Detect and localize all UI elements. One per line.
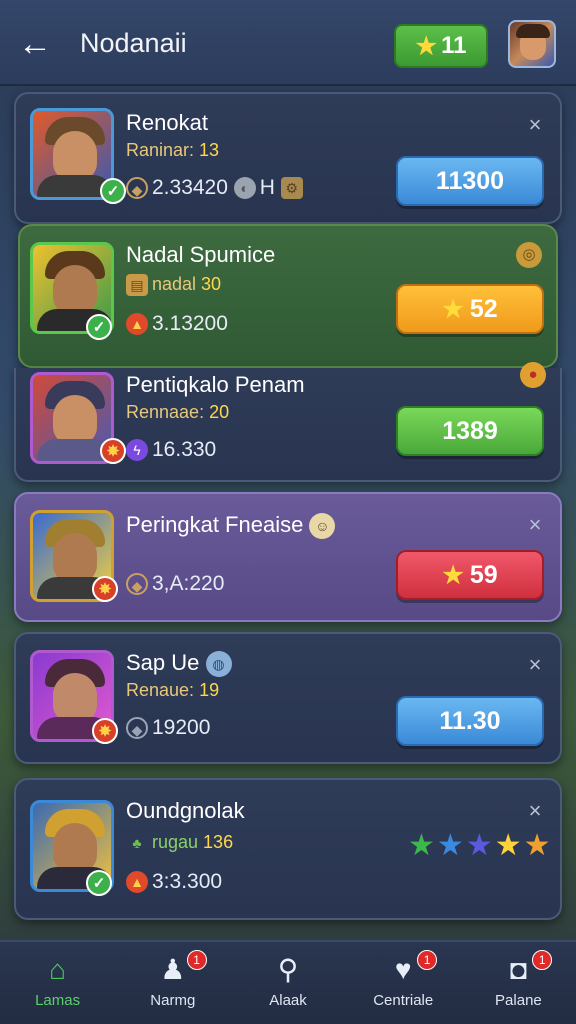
nav-item-central[interactable]: ♥ 1 Centriale: [346, 942, 461, 1024]
star-icon: ★: [415, 32, 438, 60]
fire-icon: ▲: [126, 871, 148, 894]
action-button[interactable]: 11.30: [396, 696, 544, 746]
page-title: Nodanaii: [80, 28, 187, 58]
close-icon[interactable]: ×: [524, 514, 546, 536]
list-item[interactable]: ✓ Nadal Spumice ▤ nadal 30 ▲ 3.13200 ◎ ★ 52: [18, 224, 558, 368]
verified-check-icon: ✓: [86, 870, 112, 896]
close-icon[interactable]: ×: [524, 114, 546, 136]
player-points: ϟ 16.330: [126, 438, 216, 462]
list-item[interactable]: ✸ Peringkat Fneaise ☺ ◆ 3,A:220 × ★ 59: [14, 492, 562, 622]
shield-icon: ◆: [126, 177, 148, 200]
notification-badge: 1: [186, 950, 207, 970]
action-button[interactable]: ★ 52: [396, 284, 544, 334]
player-rank: Renaue: 19: [126, 680, 220, 700]
player-points: ◆ 19200: [126, 716, 210, 740]
star-count: 11: [441, 32, 467, 59]
player-icon: ♟: [160, 954, 186, 985]
player-points: ▲ 3.13200: [126, 312, 228, 336]
alert-icon: ●: [520, 362, 546, 388]
coin-icon: ◎: [516, 242, 542, 268]
lightning-icon: ϟ: [126, 439, 148, 462]
pot-icon: ◐: [233, 177, 256, 200]
notification-badge: 1: [532, 950, 553, 970]
player-points: ◆ 2.33420 ◐ H ⚙: [126, 176, 307, 200]
list-item[interactable]: ✸ Pentiqkalo Penam Rennaae: 20 ϟ 16.330 ●…: [14, 362, 562, 482]
arrow-left-icon[interactable]: ←: [18, 26, 58, 66]
star-icon: ★: [442, 561, 464, 589]
bottom-nav: ⌂ Lamas ♟ 1 Narmg ⚲ Alaak ♥ 1 Centriale …: [0, 940, 576, 1024]
action-button[interactable]: 11300: [396, 156, 544, 206]
star-currency-badge[interactable]: ★ 11: [394, 24, 488, 68]
shield-icon: ◆: [126, 717, 148, 740]
player-name: Sap Ue ◍: [126, 650, 236, 678]
clover-icon: ♣: [132, 835, 142, 852]
player-rank: ♣ rugau 136: [126, 832, 233, 854]
nav-item-palane[interactable]: ◘ 1 Palane: [461, 942, 576, 1024]
camera-icon: ◘: [509, 954, 527, 985]
star-icon: ★: [442, 295, 464, 323]
star-icon: ★: [523, 829, 553, 862]
fire-icon: ▲: [126, 313, 148, 336]
notification-badge: 1: [417, 950, 438, 970]
heart-icon: ♥: [394, 954, 412, 985]
player-name: Peringkat Fneaise ☺: [126, 512, 339, 540]
close-icon[interactable]: ×: [524, 800, 546, 822]
badge-icon: ✸: [100, 438, 126, 464]
top-bar: ← Nodanaii ★ 11: [0, 0, 576, 86]
close-icon[interactable]: ×: [524, 654, 546, 676]
player-name: Renokat: [126, 110, 208, 135]
player-name: Nadal Spumice: [126, 242, 276, 267]
star-icon: ★: [436, 829, 466, 862]
star-icon: ★: [465, 829, 495, 862]
player-rank: ▤ nadal 30: [126, 274, 221, 297]
nav-item-home[interactable]: ⌂ Lamas: [0, 942, 115, 1024]
player-rank: Rennaae: 20: [126, 402, 230, 422]
globe-icon: ◍: [205, 651, 232, 678]
player-points: ◆ 3,A:220: [126, 572, 224, 596]
nav-item-player[interactable]: ♟ 1 Narmg: [115, 942, 230, 1024]
profile-avatar[interactable]: [508, 20, 556, 68]
badge-icon: ✸: [92, 718, 118, 744]
player-name: Oundgnolak: [126, 798, 245, 823]
star-rating: ★★★★★: [408, 828, 553, 863]
verified-check-icon: ✓: [100, 178, 126, 204]
verified-check-icon: ✓: [86, 314, 112, 340]
list-item[interactable]: ✓ Oundgnolak ♣ rugau 136 ▲ 3:3.300 × ★★★★★: [14, 778, 562, 920]
list-item[interactable]: ✸ Sap Ue ◍ Renaue: 19 ◆ 19200 × 11.30: [14, 632, 562, 764]
search-icon: ⚲: [277, 954, 299, 985]
badge-icon: ✸: [92, 576, 118, 602]
chest-icon: ▤: [126, 274, 148, 297]
emoji-icon: ☺: [309, 513, 336, 540]
player-name: Pentiqkalo Penam: [126, 372, 305, 397]
action-button[interactable]: ★ 59: [396, 550, 544, 600]
action-button[interactable]: 1389: [396, 406, 544, 456]
star-icon: ★: [408, 829, 437, 862]
home-icon: ⌂: [49, 954, 67, 985]
player-rank: Raninar: 13: [126, 140, 220, 160]
list-item[interactable]: ✓ Renokat Raninar: 13 ◆ 2.33420 ◐ H ⚙ × 11…: [14, 92, 562, 224]
nav-item-search[interactable]: ⚲ Alaak: [230, 942, 345, 1024]
player-points: ▲ 3:3.300: [126, 870, 222, 894]
shield-icon: ◆: [126, 573, 148, 596]
token-icon: ⚙: [280, 177, 303, 200]
star-icon: ★: [494, 829, 524, 862]
